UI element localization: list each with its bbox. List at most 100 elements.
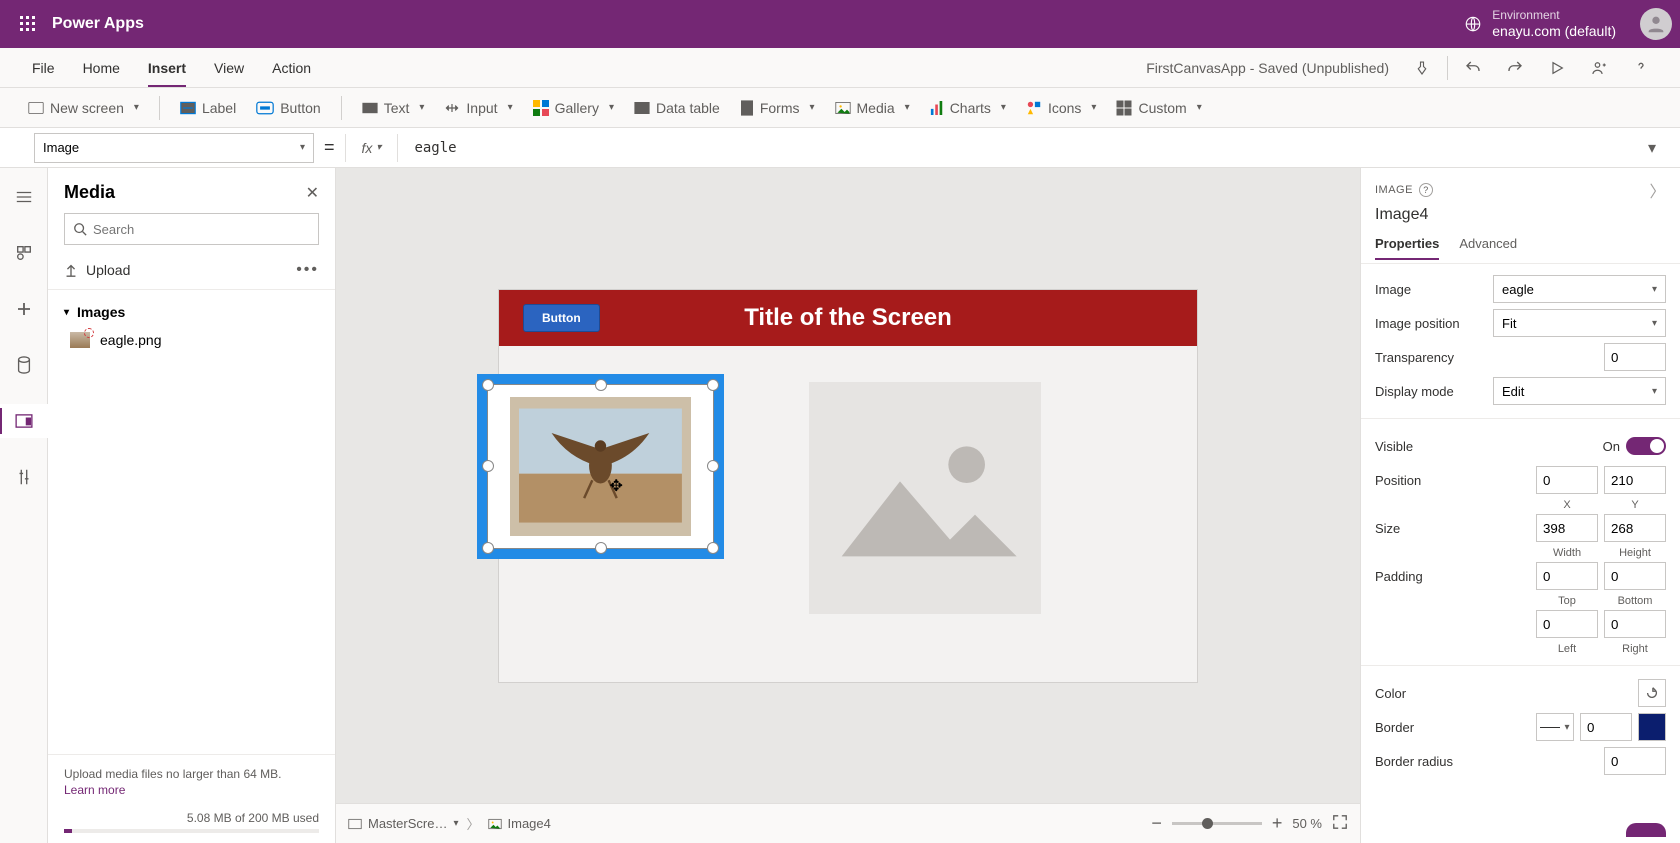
icons-button[interactable]: Icons bbox=[1016, 91, 1107, 125]
resize-handle-nw[interactable] bbox=[482, 379, 494, 391]
breadcrumb-screen[interactable]: MasterScre… ▾ bbox=[348, 816, 459, 831]
type-help-button[interactable]: ? bbox=[1419, 183, 1433, 197]
data-button[interactable] bbox=[0, 348, 48, 382]
image-position-select[interactable]: Fit▾ bbox=[1493, 309, 1666, 337]
padding-left-input[interactable] bbox=[1536, 610, 1598, 638]
menu-insert[interactable]: Insert bbox=[134, 48, 200, 87]
breadcrumb-separator-icon: 〉 bbox=[467, 814, 480, 833]
media-usage-bar bbox=[64, 829, 319, 833]
gallery-button[interactable]: Gallery bbox=[523, 91, 624, 125]
breadcrumb-control[interactable]: Image4 bbox=[488, 816, 551, 831]
images-section-toggle[interactable]: ▾ Images bbox=[48, 300, 335, 324]
resize-handle-s[interactable] bbox=[595, 542, 607, 554]
environment-picker[interactable]: Environment enayu.com (default) bbox=[1464, 8, 1616, 39]
canvas-button-control[interactable]: Button bbox=[523, 304, 600, 332]
data-table-button[interactable]: Data table bbox=[624, 91, 730, 125]
media-button[interactable]: Media bbox=[825, 91, 920, 125]
save-status: FirstCanvasApp - Saved (Unpublished) bbox=[1146, 48, 1401, 87]
resize-handle-se[interactable] bbox=[707, 542, 719, 554]
menu-view[interactable]: View bbox=[200, 48, 258, 87]
custom-button[interactable]: Custom bbox=[1106, 91, 1211, 125]
media-item-eagle[interactable]: eagle.png bbox=[48, 324, 335, 356]
share-button[interactable] bbox=[1578, 48, 1620, 88]
play-button[interactable] bbox=[1536, 48, 1578, 88]
environment-label: Environment bbox=[1492, 8, 1616, 22]
undo-button[interactable] bbox=[1452, 48, 1494, 88]
padding-bottom-input[interactable] bbox=[1604, 562, 1666, 590]
menu-home[interactable]: Home bbox=[69, 48, 134, 87]
height-input[interactable] bbox=[1604, 514, 1666, 542]
app-title: Power Apps bbox=[52, 15, 144, 33]
resize-handle-e[interactable] bbox=[707, 460, 719, 472]
color-reset-button[interactable] bbox=[1638, 679, 1666, 707]
image-select[interactable]: eagle▾ bbox=[1493, 275, 1666, 303]
width-input[interactable] bbox=[1536, 514, 1598, 542]
expand-pane-button[interactable]: 〉 bbox=[1649, 178, 1666, 202]
resize-handle-w[interactable] bbox=[482, 460, 494, 472]
app-canvas[interactable]: Button Title of the Screen bbox=[499, 290, 1197, 682]
zoom-out-button[interactable]: − bbox=[1151, 813, 1162, 834]
media-search-input[interactable] bbox=[64, 213, 319, 245]
property-dropdown[interactable]: Image ▾ bbox=[34, 133, 314, 163]
resize-handle-ne[interactable] bbox=[707, 379, 719, 391]
equals-sign: = bbox=[324, 137, 335, 158]
app-checker-button[interactable] bbox=[1401, 48, 1443, 88]
add-button[interactable] bbox=[0, 292, 48, 326]
close-media-pane-button[interactable]: ✕ bbox=[306, 183, 319, 203]
resize-handle-sw[interactable] bbox=[482, 542, 494, 554]
zoom-slider[interactable] bbox=[1172, 822, 1262, 825]
text-button[interactable]: Text bbox=[352, 91, 435, 125]
media-pane-button[interactable] bbox=[0, 404, 48, 438]
formula-input[interactable] bbox=[408, 133, 1632, 163]
media-footer-text: Upload media files no larger than 64 MB. bbox=[64, 767, 281, 781]
x-input[interactable] bbox=[1536, 466, 1598, 494]
button-button[interactable]: Button bbox=[246, 91, 330, 125]
upload-button[interactable]: Upload bbox=[64, 262, 130, 278]
feedback-button[interactable] bbox=[1626, 823, 1666, 837]
display-mode-select[interactable]: Edit▾ bbox=[1493, 377, 1666, 405]
insert-pane-button[interactable] bbox=[0, 236, 48, 270]
control-type-label: IMAGE bbox=[1375, 184, 1413, 196]
border-color-swatch[interactable] bbox=[1638, 713, 1666, 741]
media-more-button[interactable]: ••• bbox=[296, 261, 319, 279]
image-thumbnail-icon bbox=[70, 332, 90, 348]
transparency-input[interactable] bbox=[1604, 343, 1666, 371]
account-avatar[interactable] bbox=[1640, 8, 1672, 40]
environment-value: enayu.com (default) bbox=[1492, 23, 1616, 40]
advanced-tools-button[interactable] bbox=[0, 460, 48, 494]
screen-title-label[interactable]: Title of the Screen bbox=[744, 304, 952, 332]
y-input[interactable] bbox=[1604, 466, 1666, 494]
properties-tab[interactable]: Properties bbox=[1375, 236, 1439, 259]
selected-image-control[interactable]: ✥ bbox=[477, 374, 724, 559]
charts-button[interactable]: Charts bbox=[920, 91, 1016, 125]
forms-button[interactable]: Forms bbox=[730, 91, 825, 125]
padding-top-input[interactable] bbox=[1536, 562, 1598, 590]
media-usage-text: 5.08 MB of 200 MB used bbox=[64, 811, 319, 825]
new-screen-button[interactable]: New screen bbox=[18, 91, 149, 125]
border-radius-input[interactable] bbox=[1604, 747, 1666, 775]
eagle-image bbox=[510, 397, 691, 536]
help-button[interactable] bbox=[1620, 48, 1662, 88]
redo-button[interactable] bbox=[1494, 48, 1536, 88]
zoom-in-button[interactable]: + bbox=[1272, 813, 1283, 834]
resize-handle-n[interactable] bbox=[595, 379, 607, 391]
border-style-select[interactable]: ▾ bbox=[1536, 713, 1574, 741]
zoom-value: 50 % bbox=[1292, 816, 1322, 831]
border-width-input[interactable] bbox=[1580, 713, 1632, 741]
tree-view-button[interactable] bbox=[0, 180, 48, 214]
advanced-tab[interactable]: Advanced bbox=[1459, 236, 1517, 259]
menu-action[interactable]: Action bbox=[258, 48, 325, 87]
input-button[interactable]: Input bbox=[434, 91, 522, 125]
learn-more-link[interactable]: Learn more bbox=[64, 783, 319, 797]
fit-to-window-button[interactable] bbox=[1332, 814, 1348, 833]
fx-button[interactable]: fx bbox=[356, 140, 388, 156]
formula-expand-button[interactable]: ▾ bbox=[1642, 138, 1662, 158]
padding-right-input[interactable] bbox=[1604, 610, 1666, 638]
media-pane-title: Media bbox=[64, 182, 115, 203]
label-button[interactable]: Label bbox=[170, 91, 246, 125]
menu-file[interactable]: File bbox=[18, 48, 69, 87]
image-placeholder-control[interactable] bbox=[809, 382, 1041, 614]
app-launcher-button[interactable] bbox=[8, 0, 48, 48]
control-name[interactable]: Image4 bbox=[1375, 206, 1666, 224]
visible-toggle[interactable] bbox=[1626, 437, 1666, 455]
